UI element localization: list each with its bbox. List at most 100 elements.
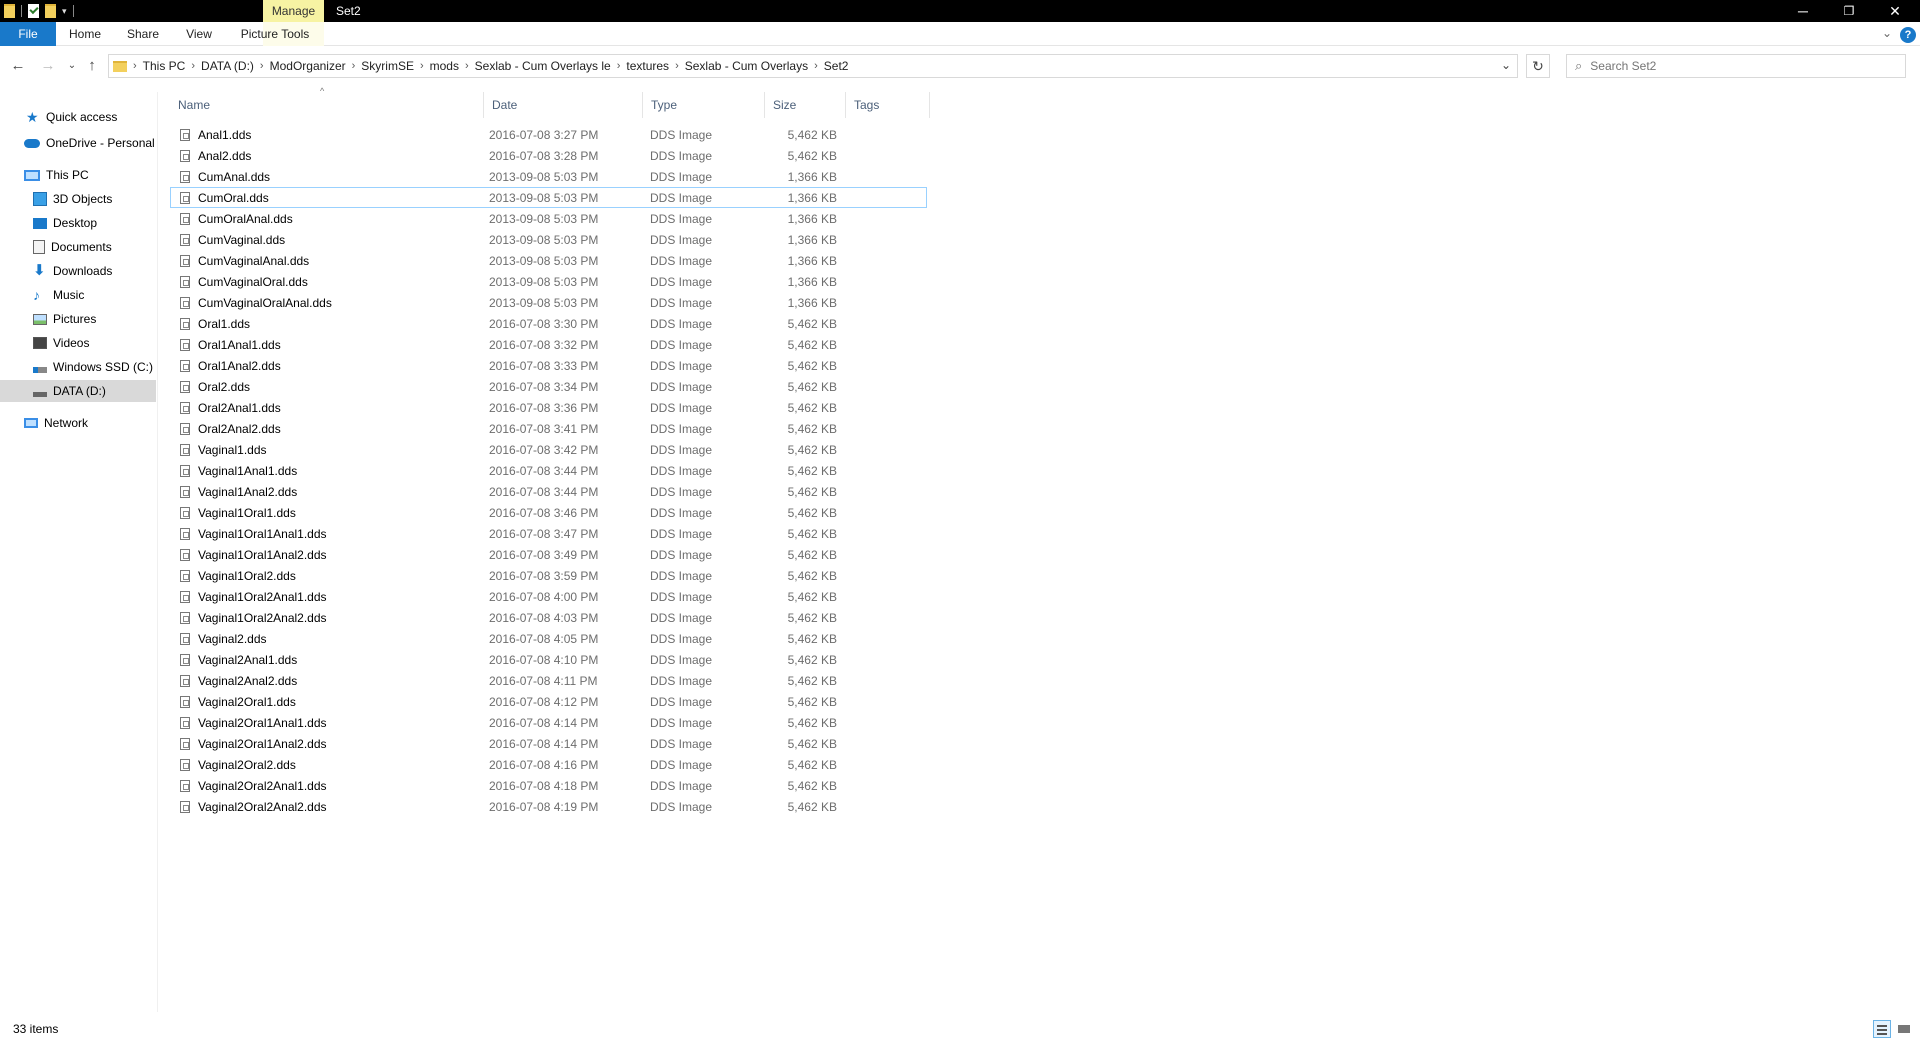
sidebar-item-videos[interactable]: Videos	[0, 332, 156, 354]
minimize-button[interactable]: ─	[1780, 0, 1826, 22]
breadcrumb-set2[interactable]: Set2	[818, 59, 855, 73]
tab-view[interactable]: View	[176, 22, 222, 46]
chevron-down-icon[interactable]: ⌄	[1501, 58, 1511, 72]
breadcrumb-data-drive[interactable]: DATA (D:)	[195, 59, 260, 73]
recent-locations-icon[interactable]: ⌄	[62, 56, 82, 76]
folder-icon[interactable]	[4, 4, 15, 18]
table-row[interactable]: Oral1.dds 2016-07-08 3:30 PM DDS Image 5,46…	[170, 313, 927, 334]
table-row[interactable]: Vaginal1.dds 2016-07-08 3:42 PM DDS Image 5…	[170, 439, 927, 460]
file-size: 5,462 KB	[787, 148, 837, 163]
file-type: DDS Image	[650, 295, 713, 310]
breadcrumb-sexlab-mod[interactable]: Sexlab - Cum Overlays le	[469, 59, 617, 73]
table-row[interactable]: Oral2Anal2.dds 2016-07-08 3:41 PM DDS Imag…	[170, 418, 927, 439]
table-row[interactable]: Vaginal1Oral1Anal2.dds 2016-07-08 3:49 PM…	[170, 544, 927, 565]
customize-toolbar-icon[interactable]: ▾	[62, 6, 67, 17]
table-row[interactable]: Vaginal2Oral1Anal2.dds 2016-07-08 4:14 PM…	[170, 733, 927, 754]
sidebar-item-windows-ssd[interactable]: Windows SSD (C:)	[0, 356, 156, 378]
tab-home[interactable]: Home	[60, 22, 110, 46]
table-row[interactable]: Oral2.dds 2016-07-08 3:34 PM DDS Image 5,46…	[170, 376, 927, 397]
search-input[interactable]	[1590, 59, 1891, 73]
table-row[interactable]: Vaginal1Anal1.dds 2016-07-08 3:44 PM DDS I…	[170, 460, 927, 481]
file-icon	[180, 297, 190, 309]
sidebar-item-documents[interactable]: Documents	[0, 236, 156, 258]
column-header-name[interactable]: Name	[170, 92, 484, 118]
sidebar-item-desktop[interactable]: Desktop	[0, 212, 156, 234]
table-row[interactable]: Vaginal1Oral2Anal1.dds 2016-07-08 4:00 PM…	[170, 586, 927, 607]
table-row[interactable]: CumAnal.dds 2013-09-08 5:03 PM DDS Image 1,…	[170, 166, 927, 187]
table-row[interactable]: Anal2.dds 2016-07-08 3:28 PM DDS Image 5,46…	[170, 145, 927, 166]
tab-share[interactable]: Share	[116, 22, 170, 46]
close-button[interactable]: ✕	[1872, 0, 1918, 22]
properties-icon[interactable]	[28, 4, 39, 18]
sidebar-item-downloads[interactable]: ⬇ Downloads	[0, 260, 156, 282]
sidebar-item-music[interactable]: ♪ Music	[0, 284, 156, 306]
breadcrumb-sexlab-folder[interactable]: Sexlab - Cum Overlays	[679, 59, 814, 73]
sidebar-item-quick-access[interactable]: ★ Quick access	[0, 106, 156, 128]
sidebar-item-label: Documents	[51, 240, 112, 254]
column-header-type[interactable]: Type	[643, 92, 765, 118]
sidebar-item-data-drive[interactable]: DATA (D:)	[0, 380, 156, 402]
tab-file[interactable]: File	[0, 22, 56, 46]
table-row[interactable]: Oral1Anal1.dds 2016-07-08 3:32 PM DDS Imag…	[170, 334, 927, 355]
table-row[interactable]: Vaginal2.dds 2016-07-08 4:05 PM DDS Image 5…	[170, 628, 927, 649]
back-arrow-icon[interactable]: ←	[8, 56, 28, 76]
table-row[interactable]: Vaginal2Oral2Anal1.dds 2016-07-08 4:18 PM…	[170, 775, 927, 796]
file-rows: Anal1.dds 2016-07-08 3:27 PM DDS Image 5,46…	[170, 124, 930, 817]
breadcrumb-textures[interactable]: textures	[620, 59, 675, 73]
table-row[interactable]: Vaginal1Anal2.dds 2016-07-08 3:44 PM DDS I…	[170, 481, 927, 502]
column-header-size[interactable]: Size	[765, 92, 846, 118]
table-row[interactable]: Oral1Anal2.dds 2016-07-08 3:33 PM DDS Imag…	[170, 355, 927, 376]
new-folder-icon[interactable]	[45, 4, 56, 18]
breadcrumb-modorganizer[interactable]: ModOrganizer	[264, 59, 352, 73]
table-row[interactable]: Anal1.dds 2016-07-08 3:27 PM DDS Image 5,46…	[170, 124, 927, 145]
table-row[interactable]: Vaginal2Anal1.dds 2016-07-08 4:10 PM DDS I…	[170, 649, 927, 670]
item-count: 33 items	[13, 1022, 59, 1036]
sidebar-item-onedrive[interactable]: OneDrive - Personal	[0, 132, 156, 154]
document-icon	[33, 240, 45, 254]
refresh-button[interactable]: ↻	[1526, 54, 1550, 78]
sidebar-item-this-pc[interactable]: This PC	[0, 164, 156, 186]
table-row[interactable]: Vaginal2Oral1Anal1.dds 2016-07-08 4:14 PM…	[170, 712, 927, 733]
restore-button[interactable]: ❐	[1826, 0, 1872, 22]
table-row[interactable]: Vaginal2Anal2.dds 2016-07-08 4:11 PM DDS I…	[170, 670, 927, 691]
up-arrow-icon[interactable]: ↑	[82, 56, 102, 76]
table-row[interactable]: Vaginal1Oral2.dds 2016-07-08 3:59 PM DDS I…	[170, 565, 927, 586]
column-header-tags[interactable]: Tags	[846, 92, 930, 118]
tab-manage[interactable]: Manage	[263, 0, 324, 22]
table-row[interactable]: Vaginal2Oral1.dds 2016-07-08 4:12 PM DDS I…	[170, 691, 927, 712]
sidebar-item-pictures[interactable]: Pictures	[0, 308, 156, 330]
table-row[interactable]: CumOral.dds 2013-09-08 5:03 PM DDS Image 1,…	[170, 187, 927, 208]
table-row[interactable]: Vaginal2Oral2Anal2.dds 2016-07-08 4:19 PM…	[170, 796, 927, 817]
table-row[interactable]: Vaginal2Oral2.dds 2016-07-08 4:16 PM DDS I…	[170, 754, 927, 775]
table-row[interactable]: Vaginal1Oral2Anal2.dds 2016-07-08 4:03 PM…	[170, 607, 927, 628]
breadcrumb-this-pc[interactable]: This PC	[137, 59, 192, 73]
breadcrumb-skyrimse[interactable]: SkyrimSE	[355, 59, 420, 73]
address-bar[interactable]: › This PC › DATA (D:) › ModOrganizer › S…	[108, 54, 1518, 78]
file-name: Oral1.dds	[198, 316, 251, 331]
large-icons-view-button[interactable]	[1895, 1020, 1913, 1038]
table-row[interactable]: CumVaginalOral.dds 2013-09-08 5:03 PM DDS …	[170, 271, 927, 292]
table-row[interactable]: CumVaginal.dds 2013-09-08 5:03 PM DDS Imag…	[170, 229, 927, 250]
table-row[interactable]: Vaginal1Oral1Anal1.dds 2016-07-08 3:47 PM…	[170, 523, 927, 544]
help-icon[interactable]: ?	[1900, 27, 1916, 43]
file-size: 5,462 KB	[787, 799, 837, 814]
table-row[interactable]: Vaginal1Oral1.dds 2016-07-08 3:46 PM DDS I…	[170, 502, 927, 523]
file-date: 2013-09-08 5:03 PM	[489, 190, 599, 205]
forward-arrow-icon[interactable]: →	[38, 56, 58, 76]
sidebar-item-3d-objects[interactable]: 3D Objects	[0, 188, 156, 210]
file-date: 2013-09-08 5:03 PM	[489, 169, 599, 184]
column-header-date[interactable]: Date	[484, 92, 643, 118]
download-icon: ⬇	[33, 262, 46, 279]
file-name: Vaginal1Oral1.dds	[198, 505, 296, 520]
tab-picture-tools[interactable]: Picture Tools	[236, 22, 314, 46]
expand-ribbon-icon[interactable]: ⌄	[1882, 26, 1892, 40]
table-row[interactable]: CumOralAnal.dds 2013-09-08 5:03 PM DDS Ima…	[170, 208, 927, 229]
breadcrumb-mods[interactable]: mods	[424, 59, 465, 73]
table-row[interactable]: CumVaginalOralAnal.dds 2013-09-08 5:03 PM…	[170, 292, 927, 313]
table-row[interactable]: Oral2Anal1.dds 2016-07-08 3:36 PM DDS Imag…	[170, 397, 927, 418]
table-row[interactable]: CumVaginalAnal.dds 2013-09-08 5:03 PM DDS …	[170, 250, 927, 271]
details-view-button[interactable]	[1873, 1020, 1891, 1038]
file-type: DDS Image	[650, 652, 713, 667]
sidebar-item-network[interactable]: Network	[0, 412, 156, 434]
search-box[interactable]: ⌕	[1566, 54, 1906, 78]
